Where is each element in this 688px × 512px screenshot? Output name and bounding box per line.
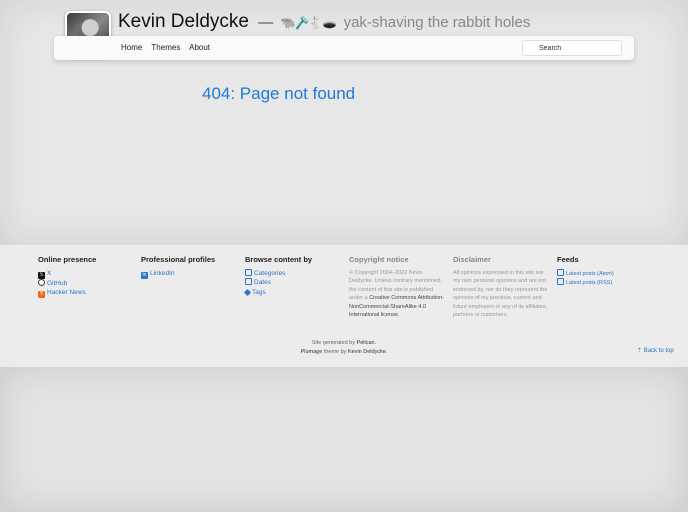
site-generated-credit: Site generated by Pelican. Plumage theme…	[0, 339, 688, 356]
online-presence-heading: Online presence	[38, 255, 97, 264]
generator-line: Site generated by Pelican.	[0, 339, 688, 348]
footer-feeds: Feeds Latest posts (Atom) Latest posts (…	[557, 255, 655, 288]
categories-icon	[245, 268, 252, 276]
title-emoji: 🐃🪒🐇🕳️	[280, 16, 338, 30]
nav-about[interactable]: About	[189, 43, 210, 52]
linkedin-icon: in	[141, 271, 148, 279]
site-title[interactable]: Kevin Deldycke — 🐃🪒🐇🕳️ yak-shaving the r…	[118, 11, 530, 33]
generator-suffix: .	[374, 340, 377, 346]
nav-themes[interactable]: Themes	[151, 43, 180, 52]
footer-online-presence: Online presence 𝕏X GitHub Y Hacker News	[38, 255, 136, 298]
nav-home[interactable]: Home	[121, 43, 142, 52]
categories-link-label: Categories	[254, 269, 286, 277]
pelican-link[interactable]: Pelican	[357, 340, 375, 346]
site-footer: Online presence 𝕏X GitHub Y Hacker News P…	[0, 245, 688, 367]
github-link-label: GitHub	[47, 279, 68, 287]
footer-professional-profiles: Professional profiles in LinkedIn	[141, 255, 239, 279]
hacker-news-link[interactable]: Y Hacker News	[38, 288, 136, 298]
tag-icon	[243, 288, 252, 296]
calendar-icon	[245, 278, 252, 285]
page-background-bottom	[0, 367, 688, 512]
theme-suffix: .	[385, 348, 388, 355]
site-tagline: yak-shaving the rabbit holes	[343, 14, 531, 31]
hacker-news-icon: Y	[38, 291, 45, 298]
atom-feed-label: Latest posts (Atom)	[566, 270, 614, 277]
categories-link[interactable]: Categories	[245, 268, 343, 279]
dates-link-label: Dates	[254, 279, 271, 286]
dates-link[interactable]: Dates	[245, 278, 343, 288]
x-icon: 𝕏	[38, 271, 45, 279]
tags-link[interactable]: Tags	[243, 288, 343, 298]
rss-feed-label: Latest posts (RSS)	[566, 280, 613, 286]
title-dash: —	[258, 14, 274, 31]
tags-link-label: Tags	[252, 288, 266, 296]
theme-by-text: theme by	[323, 348, 347, 355]
feed-icon	[557, 268, 564, 276]
browse-content-heading: Browse content by	[245, 255, 313, 264]
github-icon	[38, 278, 45, 286]
feeds-heading: Feeds	[557, 255, 579, 264]
hacker-news-link-label: Hacker News	[47, 289, 86, 296]
author-link[interactable]: Kevin Deldycke	[348, 349, 386, 355]
back-to-top-link[interactable]: ⇡ Back to top	[637, 347, 674, 354]
nav-links: Home Themes About	[121, 43, 217, 52]
theme-line: Plumage theme by Kevin Deldycke.	[0, 348, 688, 357]
x-link[interactable]: 𝕏X	[38, 269, 136, 279]
footer-copyright: Copyright notice © Copyright 2004–2022 K…	[349, 255, 447, 320]
atom-feed-link[interactable]: Latest posts (Atom)	[557, 268, 655, 279]
x-link-label: X	[47, 269, 52, 277]
disclaimer-text: All opinions expressed in this site are …	[453, 269, 548, 319]
copyright-heading: Copyright notice	[349, 255, 409, 264]
generator-prefix: Site generated by	[311, 340, 355, 346]
copyright-text-end: .	[397, 312, 400, 318]
github-link[interactable]: GitHub	[38, 278, 136, 289]
linkedin-link-label: LinkedIn	[150, 269, 175, 277]
feed-icon	[557, 278, 564, 285]
professional-profiles-heading: Professional profiles	[141, 255, 216, 264]
search-input[interactable]	[522, 40, 622, 56]
site-title-name[interactable]: Kevin Deldycke	[118, 11, 249, 32]
rss-feed-link[interactable]: Latest posts (RSS)	[557, 278, 655, 288]
linkedin-link[interactable]: in LinkedIn	[141, 269, 239, 279]
copyright-text: © Copyright 2004–2022 Kevin Deldycke. Un…	[349, 269, 447, 320]
footer-disclaimer: Disclaimer All opinions expressed in thi…	[453, 255, 551, 320]
plumage-link[interactable]: Plumage	[301, 349, 323, 355]
page-title: 404: Page not found	[202, 84, 356, 103]
disclaimer-heading: Disclaimer	[453, 255, 491, 264]
footer-browse-content: Browse content by Categories Dates Tags	[243, 255, 343, 298]
